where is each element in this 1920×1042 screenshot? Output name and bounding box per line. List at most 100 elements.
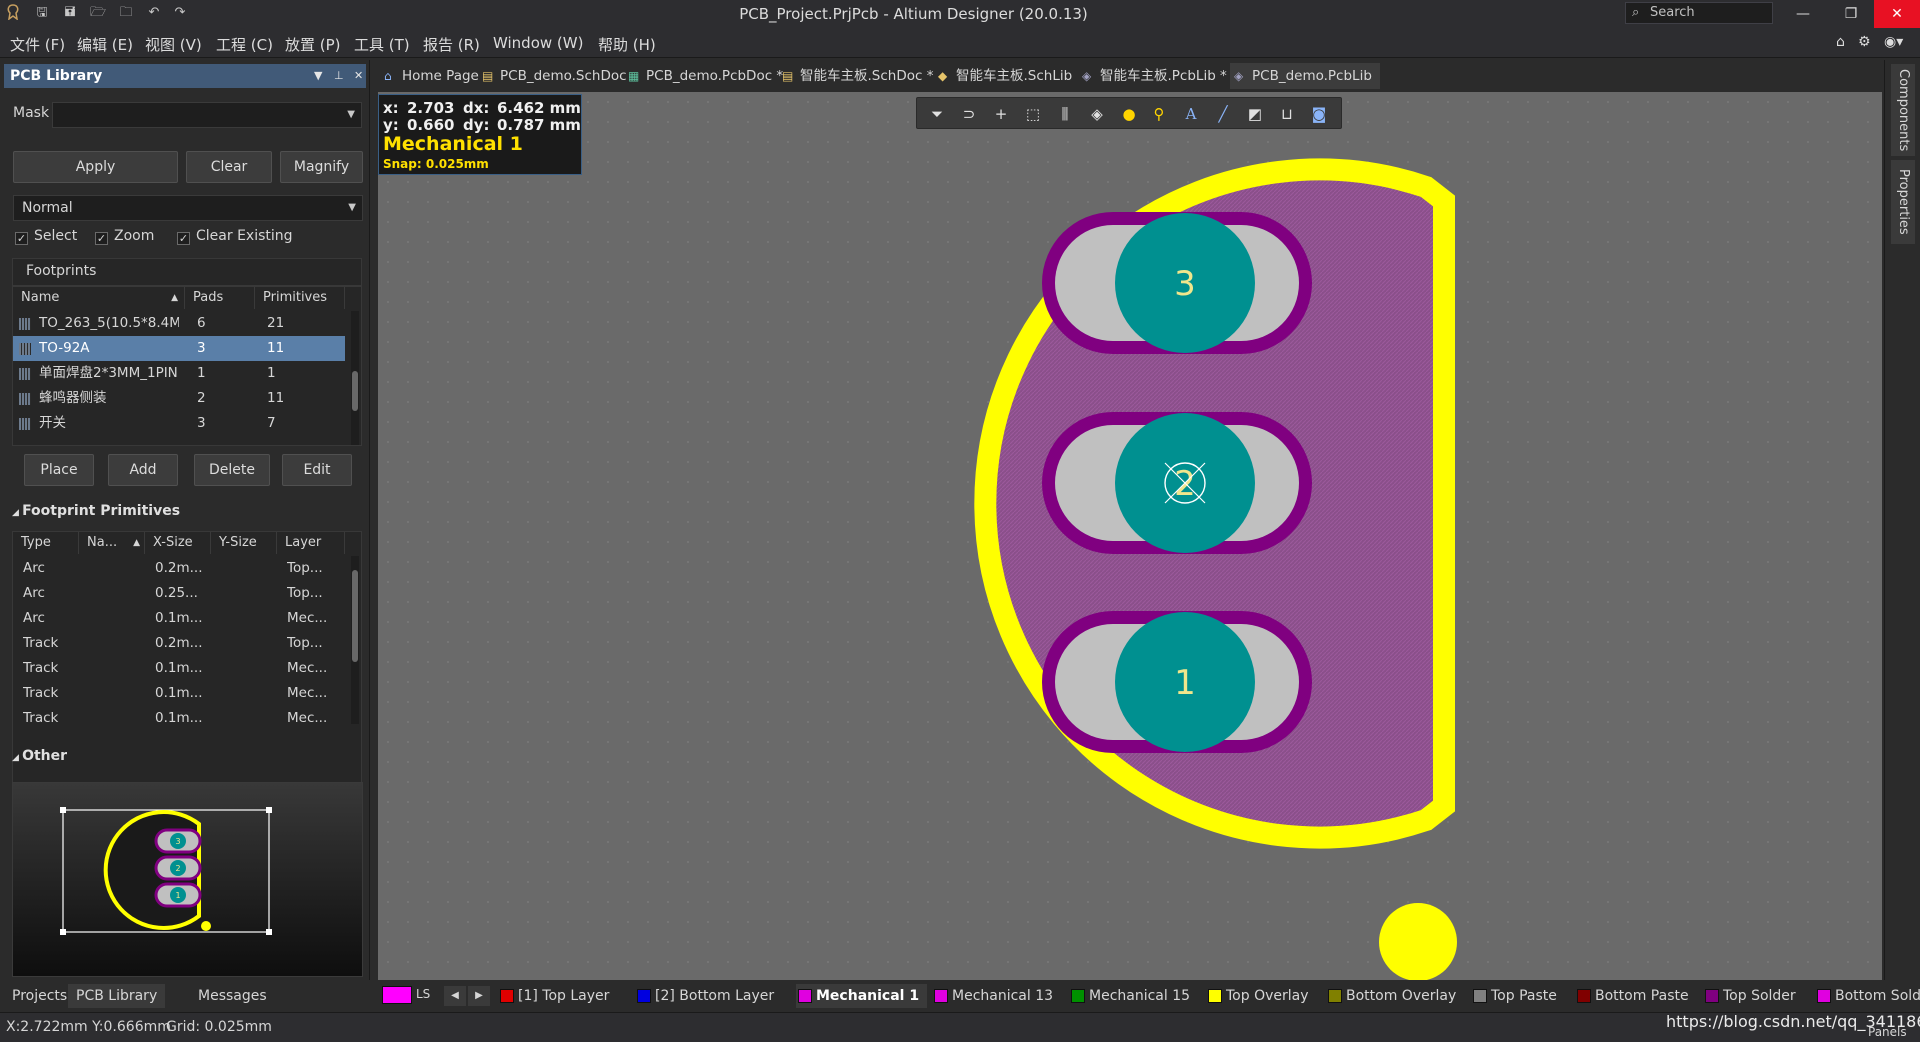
text-icon[interactable]: A (1181, 104, 1201, 124)
align-icon[interactable]: ⫼ (1055, 104, 1075, 124)
apply-button[interactable]: Apply (13, 151, 178, 183)
primitive-row[interactable]: Arc 0.25... Top... (13, 581, 345, 606)
layer-set-button[interactable]: LS (416, 987, 430, 1001)
layer-scroll-right-icon[interactable]: ▶ (468, 986, 490, 1006)
pad-icon[interactable]: ● (1119, 104, 1139, 124)
primitive-row[interactable]: Track 0.1m... Mec... (13, 656, 345, 681)
primitive-row[interactable]: Arc 0.1m... Mec... (13, 606, 345, 631)
menu-reports[interactable]: 报告 (R) (423, 34, 480, 55)
magnify-button[interactable]: Magnify (280, 151, 363, 183)
tab-main-schlib[interactable]: ◆ 智能车主板.SchLib (934, 63, 1072, 89)
component-icon[interactable]: ◙ (1309, 104, 1329, 124)
delete-button[interactable]: Delete (194, 454, 270, 486)
layer-tab[interactable]: Mechanical 1 (796, 984, 928, 1008)
home-icon[interactable]: ⌂ (1836, 34, 1845, 50)
column-x-size[interactable]: X-Size (145, 532, 211, 554)
layer-tab[interactable]: Mechanical 13 (932, 984, 1053, 1008)
tab-pcb-demo-pcblib[interactable]: ◈ PCB_demo.PcbLib (1230, 63, 1380, 89)
zoom-checkbox[interactable]: ✓ Zoom (95, 228, 154, 245)
layer-tab[interactable]: Bottom Overlay (1326, 984, 1456, 1008)
primitive-row[interactable]: Arc 0.2m... Top... (13, 556, 345, 581)
maximize-button[interactable]: ❐ (1828, 0, 1874, 28)
region-icon[interactable]: ◩ (1245, 104, 1265, 124)
tab-pcb-demo-schdoc[interactable]: ▤ PCB_demo.SchDoc (478, 63, 627, 89)
menu-view[interactable]: 视图 (V) (145, 34, 202, 55)
layer-tab[interactable]: Top Paste (1471, 984, 1557, 1008)
column-primitives[interactable]: Primitives (255, 287, 345, 309)
current-layer-swatch[interactable] (382, 986, 412, 1004)
layer-tab[interactable]: Top Solder (1703, 984, 1796, 1008)
other-heading[interactable]: ◢ Other (12, 748, 67, 764)
edit-button[interactable]: Edit (282, 454, 352, 486)
footprint-row[interactable]: 开关 3 7 (13, 411, 345, 436)
footprint-row[interactable]: TO-92A 3 11 (13, 336, 345, 361)
footprint-primitives-heading[interactable]: ◢ Footprint Primitives (12, 503, 180, 519)
interactive-routing-icon[interactable]: ⊃ (959, 104, 979, 124)
tab-properties[interactable]: Properties (1891, 160, 1915, 244)
menu-file[interactable]: 文件 (F) (10, 34, 65, 55)
layer-tab[interactable]: [2] Bottom Layer (635, 984, 774, 1008)
footprint-row[interactable]: 蜂鸣器侧装 2 11 (13, 386, 345, 411)
column-name[interactable]: Na... ▲ (79, 532, 145, 554)
mode-select[interactable]: Normal ▼ (13, 195, 363, 221)
pad-3[interactable]: 3 (1042, 212, 1312, 354)
via-icon[interactable]: ⚲ (1149, 104, 1169, 124)
scroll-thumb[interactable] (352, 371, 358, 411)
tab-projects[interactable]: Projects (4, 984, 75, 1008)
add-button[interactable]: Add (108, 454, 178, 486)
menu-edit[interactable]: 编辑 (E) (77, 34, 133, 55)
place-button[interactable]: Place (24, 454, 94, 486)
menu-place[interactable]: 放置 (P) (285, 34, 341, 55)
menu-tools[interactable]: 工具 (T) (354, 34, 410, 55)
column-name[interactable]: Name ▲ (13, 287, 185, 309)
crosshair-icon[interactable]: + (991, 104, 1011, 124)
search-box[interactable]: ⌕ Search (1625, 2, 1773, 24)
pad-2[interactable]: 2 (1042, 412, 1312, 554)
pin1-marker-dot[interactable] (1379, 903, 1457, 980)
tab-messages[interactable]: Messages (190, 984, 275, 1008)
pin-icon[interactable]: ⊥ (334, 64, 344, 88)
pad-1[interactable]: 1 (1042, 611, 1312, 753)
dimension-icon[interactable]: ⊔ (1277, 104, 1297, 124)
panel-close-icon[interactable]: ✕ (354, 64, 363, 88)
tab-components[interactable]: Components (1891, 64, 1915, 156)
layer-tab[interactable]: [1] Top Layer (498, 984, 609, 1008)
primitive-row[interactable]: Track 0.1m... Mec... (13, 681, 345, 706)
column-y-size[interactable]: Y-Size (211, 532, 277, 554)
layer-tab[interactable]: Mechanical 15 (1069, 984, 1190, 1008)
minimize-button[interactable]: — (1780, 0, 1826, 28)
select-rect-icon[interactable]: ⬚ (1023, 104, 1043, 124)
layer-tab[interactable]: Bottom Solder (1815, 984, 1920, 1008)
footprint-row[interactable]: 单面焊盘2*3MM_1PIN 1 1 (13, 361, 345, 386)
layer-scroll-left-icon[interactable]: ◀ (444, 986, 466, 1006)
layer-tab[interactable]: Bottom Paste (1575, 984, 1689, 1008)
mask-input[interactable]: ▼ (52, 102, 362, 128)
clear-existing-checkbox[interactable]: ✓ Clear Existing (177, 228, 293, 245)
primitive-row[interactable]: Track 0.1m... Mec... (13, 706, 345, 731)
tab-home-page[interactable]: ⌂ Home Page (380, 63, 479, 89)
panel-menu-icon[interactable]: ▼ (314, 64, 322, 88)
filter-icon[interactable]: ⏷ (927, 104, 947, 124)
layer-tab[interactable]: Top Overlay (1206, 984, 1309, 1008)
menu-project[interactable]: 工程 (C) (216, 34, 273, 55)
select-checkbox[interactable]: ✓ Select (15, 228, 77, 245)
menu-window[interactable]: Window (W) (493, 34, 583, 52)
column-layer[interactable]: Layer (277, 532, 345, 554)
close-button[interactable]: ✕ (1874, 0, 1920, 28)
pcb-canvas[interactable]: 3 2 1 (378, 92, 1882, 980)
column-type[interactable]: Type (13, 532, 79, 554)
scroll-thumb[interactable] (352, 570, 358, 662)
column-pads[interactable]: Pads (185, 287, 255, 309)
clear-button[interactable]: Clear (186, 151, 272, 183)
tab-pcb-demo-pcbdoc[interactable]: ▦ PCB_demo.PcbDoc * (624, 63, 783, 89)
footprint-row[interactable]: TO_263_5(10.5*8.4M... 6 21 (13, 311, 345, 336)
gear-icon[interactable]: ⚙ (1858, 34, 1871, 50)
eraser-icon[interactable]: ◈ (1087, 104, 1107, 124)
tab-pcb-library[interactable]: PCB Library (68, 984, 166, 1008)
footprints-scrollbar[interactable] (351, 311, 359, 445)
footprint-drawing[interactable]: 3 2 1 (378, 92, 1882, 980)
user-icon[interactable]: ◉▾ (1884, 34, 1903, 50)
tab-main-pcblib[interactable]: ◈ 智能车主板.PcbLib * (1078, 63, 1227, 89)
line-icon[interactable]: ╱ (1213, 104, 1233, 124)
primitive-row[interactable]: Track 0.2m... Top... (13, 631, 345, 656)
